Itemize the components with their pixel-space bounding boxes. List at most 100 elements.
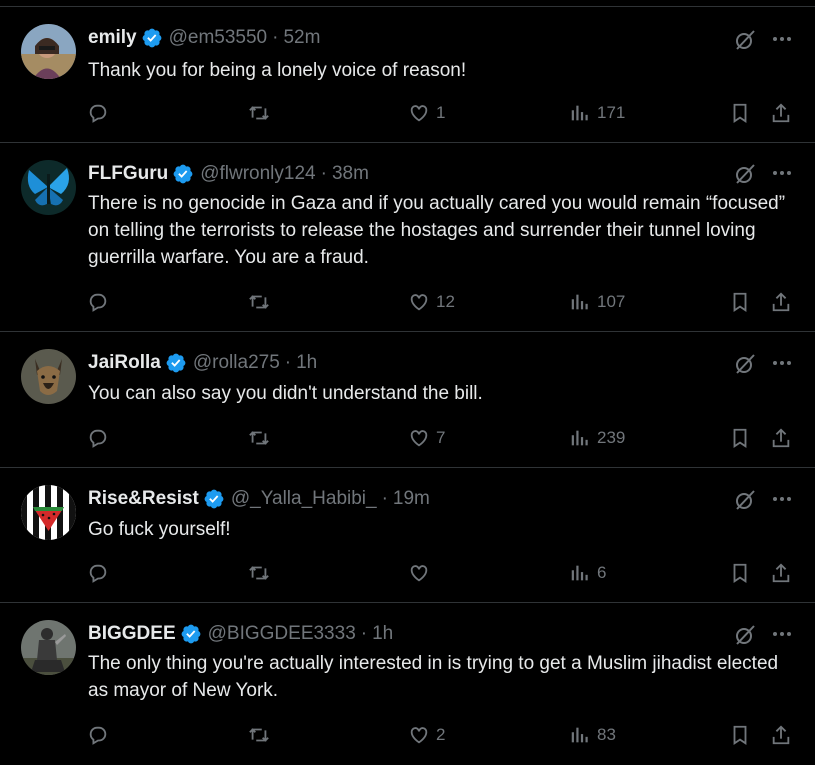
reply-tweet[interactable]: JaiRolla @rolla275 · 1h You can also say… bbox=[0, 331, 815, 467]
reply-button[interactable] bbox=[87, 720, 115, 750]
timestamp[interactable]: 19m bbox=[393, 488, 430, 510]
views-button[interactable]: 107 bbox=[569, 287, 625, 317]
like-button[interactable]: 7 bbox=[408, 423, 445, 453]
grok-icon[interactable] bbox=[733, 623, 757, 647]
share-icon bbox=[772, 103, 790, 123]
retweet-icon bbox=[249, 295, 269, 309]
display-name[interactable]: JaiRolla bbox=[88, 352, 161, 374]
grok-icon[interactable] bbox=[733, 352, 757, 376]
user-handle[interactable]: @flwronly124 bbox=[200, 163, 315, 185]
reply-button[interactable] bbox=[87, 98, 115, 128]
separator-dot: · bbox=[320, 163, 327, 184]
views-button[interactable]: 239 bbox=[569, 423, 625, 453]
reply-tweet[interactable]: emily @em53550 · 52m Thank you for being… bbox=[0, 6, 815, 142]
reply-tweet[interactable]: Rise&Resist @_Yalla_Habibi_ · 19m Go fuc… bbox=[0, 467, 815, 602]
bookmark-button[interactable] bbox=[729, 720, 751, 750]
reply-button[interactable] bbox=[87, 423, 115, 453]
avatar[interactable] bbox=[21, 349, 76, 404]
share-button[interactable] bbox=[770, 423, 792, 453]
user-handle[interactable]: @_Yalla_Habibi_ bbox=[231, 488, 377, 510]
like-count: 7 bbox=[436, 428, 446, 447]
share-button[interactable] bbox=[770, 98, 792, 128]
tweet-text: The only thing you're actually intereste… bbox=[88, 653, 779, 701]
more-icon[interactable] bbox=[770, 487, 794, 511]
bookmark-icon bbox=[733, 428, 747, 448]
like-button[interactable]: 1 bbox=[408, 98, 445, 128]
share-button[interactable] bbox=[770, 287, 792, 317]
tweet-header: emily @em53550 · 52m bbox=[88, 25, 320, 51]
reply-button[interactable] bbox=[87, 558, 115, 588]
views-count: 107 bbox=[597, 292, 626, 311]
retweet-button[interactable] bbox=[248, 423, 276, 453]
share-button[interactable] bbox=[770, 720, 792, 750]
tweet-text: Go fuck yourself! bbox=[88, 519, 231, 540]
bookmark-icon bbox=[733, 725, 747, 745]
timestamp[interactable]: 1h bbox=[372, 623, 393, 645]
avatar[interactable] bbox=[21, 620, 76, 675]
retweet-button[interactable] bbox=[248, 98, 276, 128]
reply-tweet[interactable]: BIGGDEE @BIGGDEE3333 · 1h The only thing… bbox=[0, 602, 815, 765]
display-name[interactable]: FLFGuru bbox=[88, 163, 168, 185]
action-bar: 2 83 bbox=[0, 720, 815, 750]
views-icon bbox=[571, 294, 588, 310]
views-icon bbox=[571, 105, 588, 121]
bookmark-button[interactable] bbox=[729, 98, 751, 128]
like-button[interactable]: 2 bbox=[408, 720, 445, 750]
display-name[interactable]: BIGGDEE bbox=[88, 623, 176, 645]
tweet-text: Thank you for being a lonely voice of re… bbox=[88, 60, 467, 81]
avatar[interactable] bbox=[21, 485, 76, 540]
more-icon[interactable] bbox=[770, 622, 794, 646]
user-handle[interactable]: @em53550 bbox=[169, 27, 268, 49]
views-count: 171 bbox=[597, 103, 626, 122]
avatar[interactable] bbox=[21, 24, 76, 79]
views-button[interactable]: 171 bbox=[569, 98, 625, 128]
display-name[interactable]: Rise&Resist bbox=[88, 488, 199, 510]
like-button[interactable] bbox=[408, 558, 436, 588]
reply-tweet[interactable]: FLFGuru @flwronly124 · 38m There is no g… bbox=[0, 142, 815, 331]
avatar[interactable] bbox=[21, 160, 76, 215]
views-button[interactable]: 6 bbox=[569, 558, 606, 588]
user-handle[interactable]: @rolla275 bbox=[193, 352, 280, 374]
bookmark-icon bbox=[733, 103, 747, 123]
display-name[interactable]: emily bbox=[88, 27, 137, 49]
grok-icon[interactable] bbox=[733, 28, 757, 52]
verified-badge-icon bbox=[204, 489, 224, 509]
views-count: 83 bbox=[597, 725, 616, 744]
reply-icon bbox=[89, 429, 107, 448]
timestamp[interactable]: 38m bbox=[332, 163, 369, 185]
reply-button[interactable] bbox=[87, 287, 115, 317]
separator-dot: · bbox=[272, 27, 279, 48]
timestamp[interactable]: 52m bbox=[283, 27, 320, 49]
action-bar: 6 bbox=[0, 558, 815, 588]
views-icon bbox=[571, 727, 588, 743]
share-button[interactable] bbox=[770, 558, 792, 588]
retweet-button[interactable] bbox=[248, 558, 276, 588]
verified-badge-icon bbox=[181, 624, 201, 644]
like-icon bbox=[410, 565, 428, 582]
verified-badge-icon bbox=[166, 353, 186, 373]
reply-icon bbox=[89, 104, 107, 123]
views-count: 239 bbox=[597, 428, 626, 447]
bookmark-button[interactable] bbox=[729, 287, 751, 317]
reply-icon bbox=[89, 293, 107, 312]
more-icon[interactable] bbox=[770, 351, 794, 375]
timestamp[interactable]: 1h bbox=[296, 352, 317, 374]
grok-icon[interactable] bbox=[733, 162, 757, 186]
grok-icon[interactable] bbox=[733, 488, 757, 512]
retweet-button[interactable] bbox=[248, 720, 276, 750]
user-handle[interactable]: @BIGGDEE3333 bbox=[208, 623, 356, 645]
tweet-text: There is no genocide in Gaza and if you … bbox=[88, 193, 786, 268]
views-icon bbox=[571, 565, 588, 581]
more-icon[interactable] bbox=[770, 161, 794, 185]
separator-dot: · bbox=[381, 488, 388, 509]
views-button[interactable]: 83 bbox=[569, 720, 616, 750]
like-icon bbox=[410, 430, 428, 447]
more-icon[interactable] bbox=[770, 27, 794, 51]
action-bar: 12 107 bbox=[0, 287, 815, 317]
like-button[interactable]: 12 bbox=[408, 287, 455, 317]
bookmark-button[interactable] bbox=[729, 558, 751, 588]
tweet-header: JaiRolla @rolla275 · 1h bbox=[88, 350, 317, 376]
tweet-header: BIGGDEE @BIGGDEE3333 · 1h bbox=[88, 621, 393, 647]
bookmark-button[interactable] bbox=[729, 423, 751, 453]
retweet-button[interactable] bbox=[248, 287, 276, 317]
